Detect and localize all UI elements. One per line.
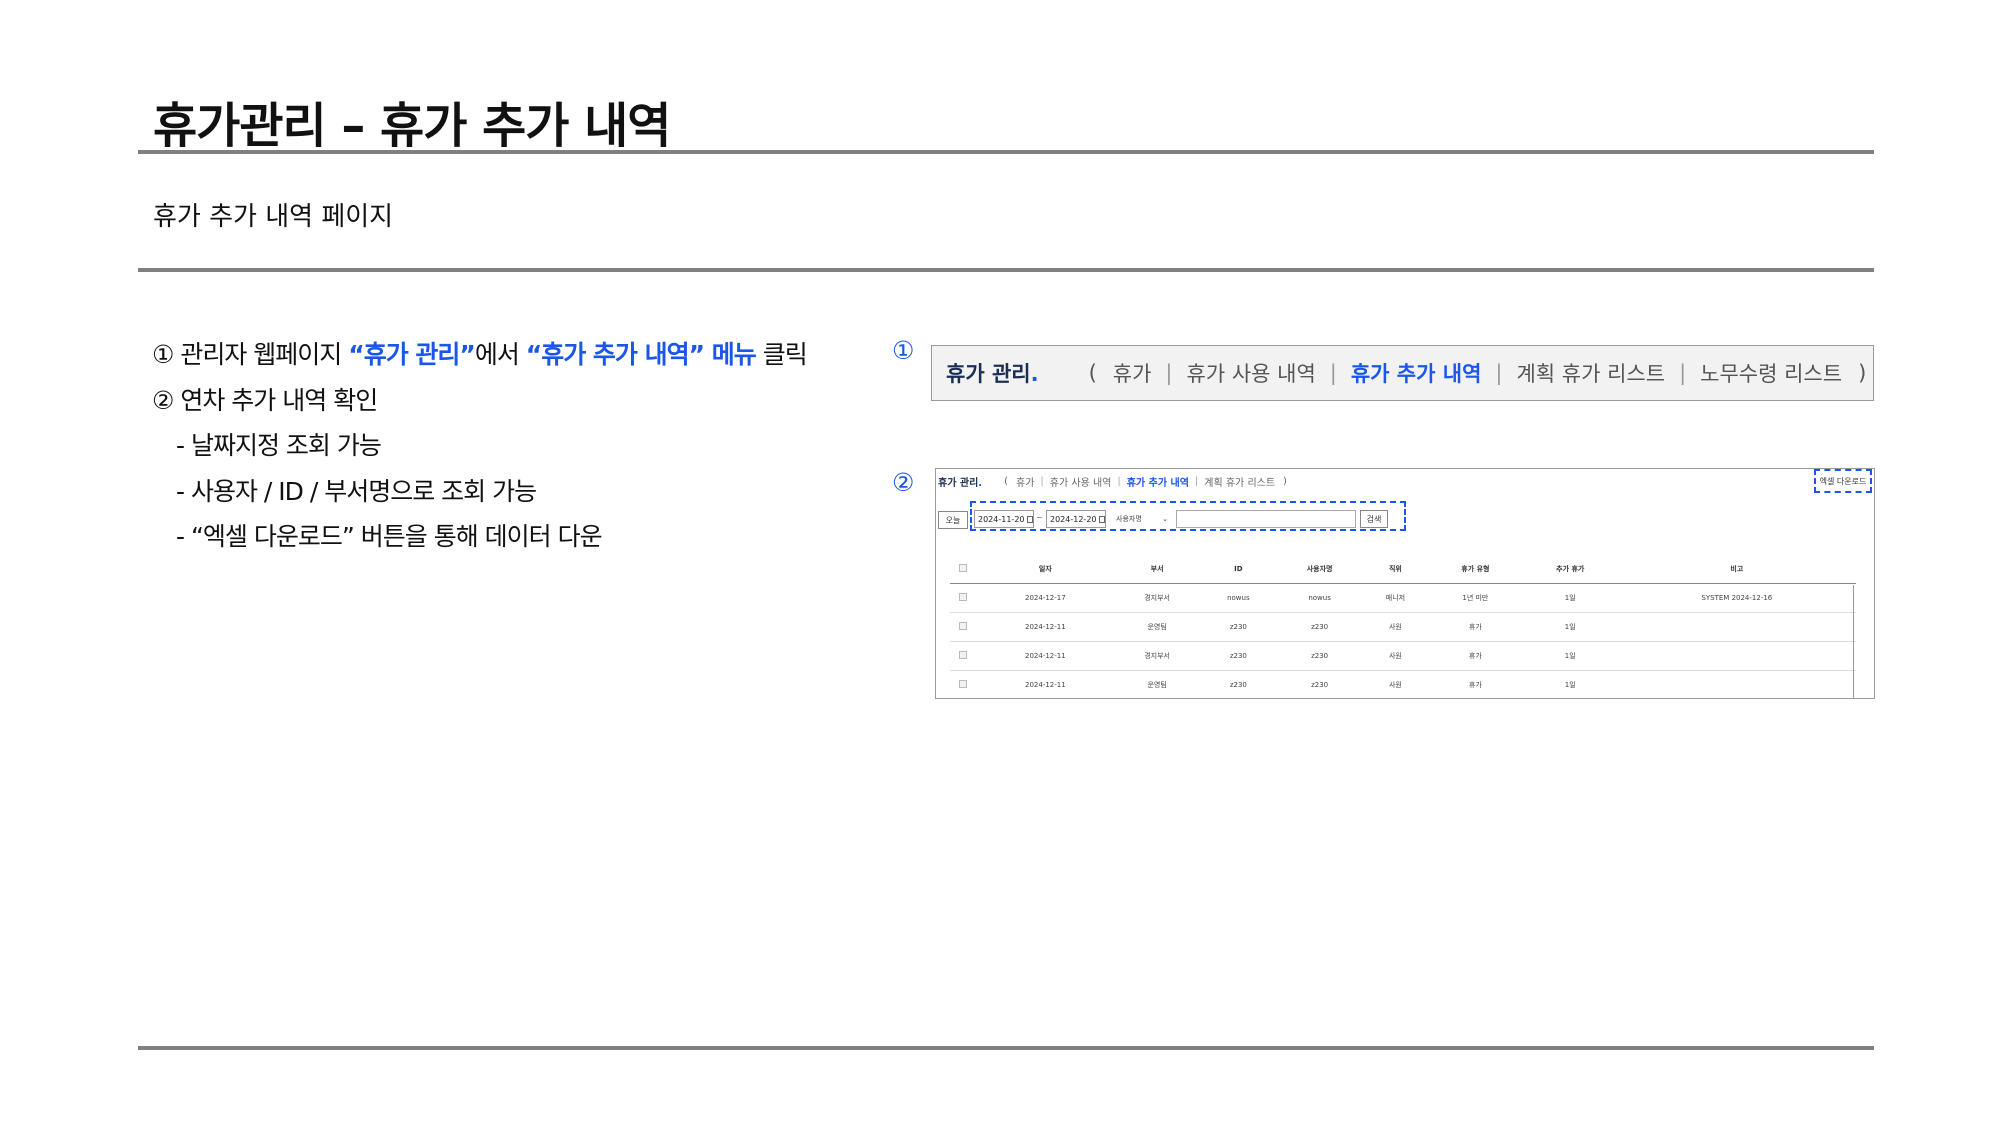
col-id: ID [1200,555,1277,584]
added-vacation-table: 일자 부서 ID 사용자명 직위 휴가 유형 추가 휴가 비고 2024-12-… [950,555,1856,698]
instruction-list: ① 관리자 웹페이지 “휴가 관리”에서 “휴가 추가 내역” 메뉴 클릭 ② … [152,332,808,560]
col-dept: 부서 [1113,555,1201,584]
highlight-submenu-name: “휴가 추가 내역” 메뉴 [525,340,757,369]
chevron-down-icon: ⌄ [1162,515,1168,523]
col-date: 일자 [976,555,1114,584]
title-divider [138,150,1874,154]
nav-item-added-history[interactable]: 휴가 추가 내역 [1351,358,1482,388]
figure-marker-2: ② [892,468,915,497]
calendar-icon [1098,515,1105,523]
row-checkbox[interactable] [959,592,968,601]
col-position: 직위 [1362,555,1428,584]
search-button[interactable]: 검색 [1360,510,1388,528]
select-all-checkbox[interactable] [959,563,968,572]
footer-divider [138,1046,1874,1050]
col-user: 사용자명 [1276,555,1363,584]
step-1: ① 관리자 웹페이지 “휴가 관리”에서 “휴가 추가 내역” 메뉴 클릭 [152,340,808,369]
mini-nav-usage-history[interactable]: 휴가 사용 내역 [1050,474,1112,489]
today-button[interactable]: 오늘 [938,511,968,529]
date-to-input[interactable]: 2024-12-20 [1046,510,1106,528]
keyword-input[interactable] [1176,510,1356,528]
subtitle-divider [138,268,1874,272]
page-screenshot-figure: 휴가 관리. ( 휴가 | 휴가 사용 내역 | 휴가 추가 내역 | 계획 휴… [935,468,1875,699]
table-row: 2024-12-11 경지부서 z230 z230 사원 휴가 1일 [950,641,1856,671]
row-checkbox[interactable] [959,621,968,630]
col-note: 비고 [1617,555,1856,584]
nav-item-planned-list[interactable]: 계획 휴가 리스트 [1516,358,1665,388]
calendar-icon [1026,515,1033,523]
nav-item-usage-history[interactable]: 휴가 사용 내역 [1187,358,1316,388]
mini-nav-added-history[interactable]: 휴가 추가 내역 [1127,474,1189,489]
table-scrollbar[interactable] [1853,585,1854,698]
figure-marker-1: ① [892,336,915,365]
step-2: ② 연차 추가 내역 확인 [152,385,378,415]
table-row: 2024-12-11 운영팀 z230 z230 사원 휴가 1일 [950,670,1856,698]
bullet-user-search: - 사용자 / ID / 부서명으로 조회 가능 [176,476,537,506]
nav-item-vacation[interactable]: 휴가 [1113,358,1152,388]
nav-bar-figure: 휴가 관리. ( 휴가 | 휴가 사용 내역 | 휴가 추가 내역 | 계획 휴… [931,345,1874,401]
excel-download-button[interactable]: 엑셀 다운로드 [1814,469,1872,493]
bullet-excel-download: - “엑셀 다운로드” 버튼을 통해 데이터 다운 [176,522,603,551]
date-from-input[interactable]: 2024-11-20 [974,510,1034,528]
table-row: 2024-12-11 운영팀 z230 z230 사원 휴가 1일 [950,612,1856,642]
nav-item-labor-list[interactable]: 노무수령 리스트 [1700,358,1842,388]
mini-nav: 휴가 관리. ( 휴가 | 휴가 사용 내역 | 휴가 추가 내역 | 계획 휴… [938,474,1287,489]
mini-nav-planned-list[interactable]: 계획 휴가 리스트 [1204,474,1275,489]
row-checkbox[interactable] [959,650,968,659]
mini-nav-vacation[interactable]: 휴가 [1016,474,1034,489]
row-checkbox[interactable] [959,679,968,688]
col-type: 휴가 유형 [1427,555,1523,584]
nav-brand: 휴가 관리. [946,362,1039,386]
page-title: 휴가관리 – 휴가 추가 내역 [153,98,671,154]
table-row: 2024-12-17 경지부서 nowus nowus 매니저 1년 미만 1일… [950,583,1856,613]
search-type-select[interactable]: 사용자명 ⌄ [1112,510,1172,528]
col-added: 추가 휴가 [1522,555,1618,584]
page-subtitle: 휴가 추가 내역 페이지 [153,202,394,232]
highlight-menu-name: “휴가 관리” [348,340,476,369]
bullet-date-search: - 날짜지정 조회 가능 [176,431,382,460]
